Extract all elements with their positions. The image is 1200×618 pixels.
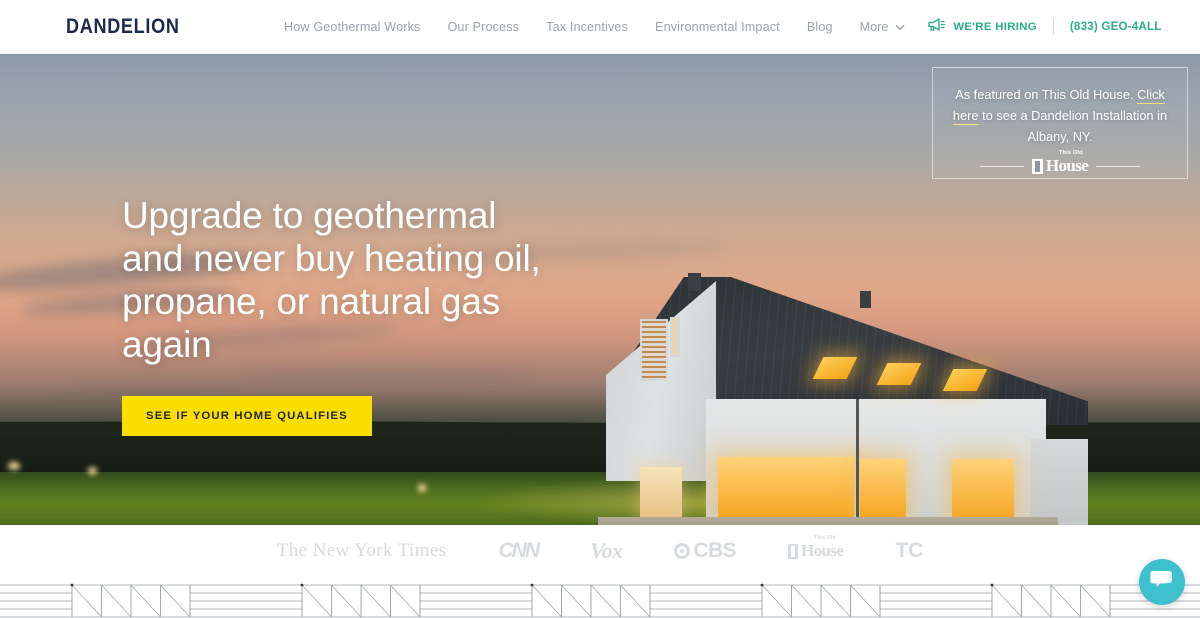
hero-copy: Upgrade to geothermal and never buy heat… (122, 194, 562, 436)
press-logo-this-old-house: This Old House (787, 535, 844, 561)
rule-right (1096, 165, 1141, 167)
press-logo-cbs-label: CBS (693, 539, 736, 562)
landing-page: DANDELION How Geothermal Works Our Proce… (0, 0, 1200, 618)
distant-light (88, 467, 97, 475)
press-logo-vox: Vox (589, 538, 623, 563)
brand-logo[interactable]: DANDELION (66, 15, 180, 39)
narrow-window (670, 317, 680, 357)
nav-item-how-geothermal-works[interactable]: How Geothermal Works (284, 20, 420, 34)
lit-window (640, 467, 682, 519)
featured-badge-text: As featured on This Old House. Click her… (933, 84, 1187, 147)
chevron-down-icon (895, 20, 905, 34)
nav-item-blog[interactable]: Blog (807, 20, 833, 34)
distant-light (8, 462, 20, 470)
lit-window (860, 459, 906, 517)
cbs-eye-icon (674, 543, 691, 559)
distant-light (418, 484, 426, 492)
this-old-house-logo: This Old House (1031, 150, 1089, 176)
nav-item-more[interactable]: More (860, 20, 906, 34)
lit-window (952, 459, 1014, 519)
hero-headline: Upgrade to geothermal and never buy heat… (122, 195, 541, 365)
chat-bubble-icon (1150, 569, 1174, 596)
side-wing (1030, 439, 1088, 525)
chat-widget-button[interactable] (1139, 559, 1185, 605)
blueprint-truss-pattern (0, 577, 1200, 618)
this-old-house-logo-small: This Old (1058, 150, 1083, 156)
book-icon (1031, 158, 1043, 174)
downspout (856, 399, 859, 519)
louvered-window (640, 319, 668, 381)
were-hiring-label: WE'RE HIRING (953, 20, 1037, 33)
featured-badge-line2-rest: to see a Dandelion (978, 108, 1089, 123)
rule-left (979, 165, 1024, 167)
house-photo-illustration (560, 259, 1088, 525)
press-logo-cbs: CBS (674, 539, 737, 563)
primary-navigation: How Geothermal Works Our Process Tax Inc… (284, 17, 1162, 37)
truss-graphic (0, 583, 1200, 618)
chimney (688, 273, 701, 291)
chimney (860, 291, 871, 308)
press-logo-toh-big: House (800, 541, 844, 560)
hero-section: Upgrade to geothermal and never buy heat… (0, 54, 1200, 525)
book-icon (787, 543, 798, 559)
this-old-house-logo-row: This Old House (933, 150, 1187, 176)
lit-window (718, 457, 854, 517)
nav-item-tax-incentives[interactable]: Tax Incentives (546, 20, 628, 34)
nav-more-label: More (859, 19, 889, 34)
press-logo-nyt: The New York Times (276, 540, 447, 561)
nav-item-environmental-impact[interactable]: Environmental Impact (655, 20, 780, 34)
see-if-your-home-qualifies-button[interactable]: SEE IF YOUR HOME QUALIFIES (122, 396, 372, 436)
press-logo-techcrunch: TC (895, 539, 924, 562)
press-logo-toh-small: This Old (813, 535, 836, 541)
this-old-house-logo-big: House (1045, 156, 1089, 175)
terrace (598, 517, 1058, 525)
site-header: DANDELION How Geothermal Works Our Proce… (0, 0, 1200, 54)
phone-number-link[interactable]: (833) GEO-4ALL (1070, 20, 1162, 33)
nav-item-our-process[interactable]: Our Process (447, 20, 519, 34)
megaphone-icon (927, 17, 946, 37)
press-logo-cnn: CNN (498, 539, 539, 562)
were-hiring-link[interactable]: WE'RE HIRING (927, 17, 1037, 37)
nav-divider (1052, 19, 1054, 34)
press-logo-bar: The New York Times CNN Vox CBS This Old … (0, 525, 1200, 577)
featured-badge-line1: As featured on This Old House. (955, 87, 1134, 102)
featured-badge: As featured on This Old House. Click her… (932, 67, 1188, 179)
